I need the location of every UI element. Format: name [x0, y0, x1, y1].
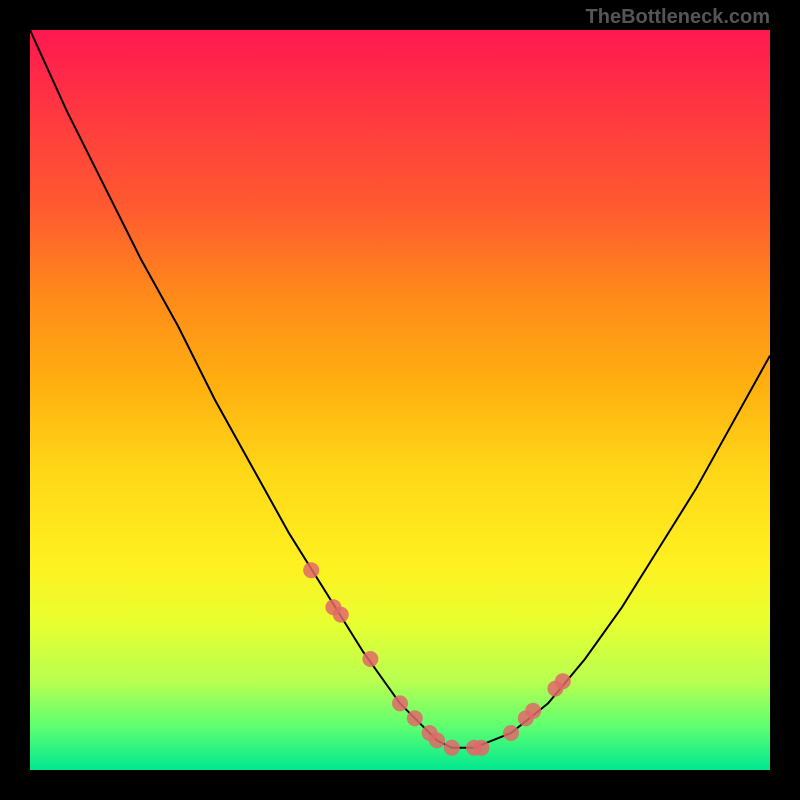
watermark-text: TheBottleneck.com	[586, 6, 770, 29]
plot-background	[30, 30, 770, 770]
